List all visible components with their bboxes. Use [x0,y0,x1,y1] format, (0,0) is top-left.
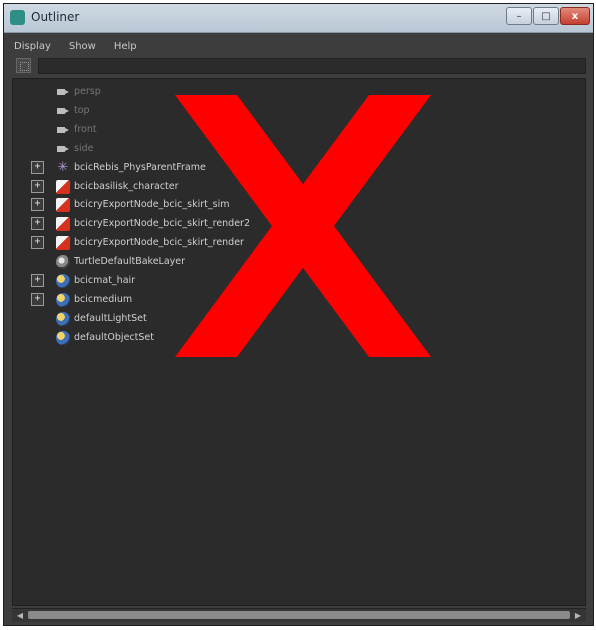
outliner-row[interactable]: + bcicryExportNode_bcic_skirt_sim [13,196,585,214]
title-bar[interactable]: Outliner – □ x [4,4,593,33]
outliner-row[interactable]: defaultObjectSet [13,329,585,347]
scroll-left-icon[interactable]: ◀ [14,610,26,621]
outliner-row[interactable]: top [13,102,585,120]
outliner-row[interactable]: + bcicryExportNode_bcic_skirt_render2 [13,215,585,233]
shader-icon [56,198,70,213]
expand-toggle-icon[interactable]: + [31,217,44,231]
star-icon: ✳ [57,159,69,175]
camera-icon [56,104,70,118]
menu-show[interactable]: Show [67,39,98,54]
filter-input[interactable] [38,58,586,74]
outliner-row-label: side [74,142,94,154]
shader-icon [56,236,70,251]
menu-display[interactable]: Display [12,39,53,54]
outliner-row[interactable]: + ✳ bcicRebis_PhysParentFrame [13,159,585,177]
menu-help[interactable]: Help [112,39,139,54]
outliner-row-label: bcicbasilisk_character [74,180,179,192]
set-icon [56,292,70,307]
layer-icon [56,255,70,270]
outliner-row[interactable]: TurtleDefaultBakeLayer [13,253,585,271]
camera-icon [56,142,70,156]
shader-icon [56,179,70,194]
maya-app-icon [10,10,25,25]
camera-icon [56,85,70,99]
outliner-row[interactable]: front [13,121,585,139]
scroll-thumb[interactable] [28,611,570,619]
horizontal-scrollbar[interactable]: ◀ ▶ [12,608,586,622]
expand-toggle-icon[interactable]: + [31,198,44,212]
outliner-row-label: bcicryExportNode_bcic_skirt_sim [74,199,230,211]
outliner-row[interactable]: + bcicmat_hair [13,272,585,290]
outliner-row[interactable]: defaultLightSet [13,310,585,328]
maximize-icon: □ [541,10,551,22]
outliner-row-label: bcicryExportNode_bcic_skirt_render [74,237,244,249]
outliner-list[interactable]: persp top front side + ✳ bcicRebis_PhysParentF… [12,78,586,606]
close-button[interactable]: x [560,7,590,25]
outliner-row[interactable]: + bcicmedium [13,291,585,309]
expand-toggle-icon[interactable]: + [31,160,44,174]
set-icon [56,330,70,345]
outliner-row[interactable]: + bcicryExportNode_bcic_skirt_render [13,234,585,252]
outliner-row-label: defaultObjectSet [74,331,154,343]
camera-icon [56,123,70,137]
outliner-row-label: bcicryExportNode_bcic_skirt_render2 [74,218,251,230]
outliner-row-label: front [74,123,97,135]
set-icon [56,274,70,288]
expand-toggle-icon[interactable]: + [31,236,44,250]
minimize-button[interactable]: – [506,7,532,25]
outliner-row-label: persp [74,86,101,97]
scroll-right-icon[interactable]: ▶ [572,610,584,621]
window-title: Outliner [31,10,80,24]
outliner-row[interactable]: persp [13,83,585,101]
outliner-row[interactable]: + bcicbasilisk_character [13,178,585,196]
outliner-row-label: TurtleDefaultBakeLayer [74,256,186,268]
menu-bar: Display Show Help [12,36,586,56]
shader-icon [56,217,70,232]
outliner-row-label: defaultLightSet [74,312,147,324]
maximize-button[interactable]: □ [533,7,559,25]
filter-bar [12,57,586,75]
set-icon [56,311,70,326]
outliner-row-label: bcicmedium [74,293,133,305]
expand-toggle-icon[interactable]: + [31,292,44,306]
filter-toggle-icon[interactable] [16,58,31,73]
close-icon: x [571,10,579,22]
minimize-icon: – [516,10,522,22]
outliner-row-label: bcicRebis_PhysParentFrame [74,161,206,173]
outliner-row-label: top [74,104,90,116]
outliner-window: Outliner – □ x Display Show Help persp to… [3,3,594,626]
outliner-row-label: bcicmat_hair [74,275,136,286]
expand-toggle-icon[interactable]: + [31,179,44,193]
outliner-row[interactable]: side [13,140,585,158]
expand-toggle-icon[interactable]: + [31,274,44,287]
